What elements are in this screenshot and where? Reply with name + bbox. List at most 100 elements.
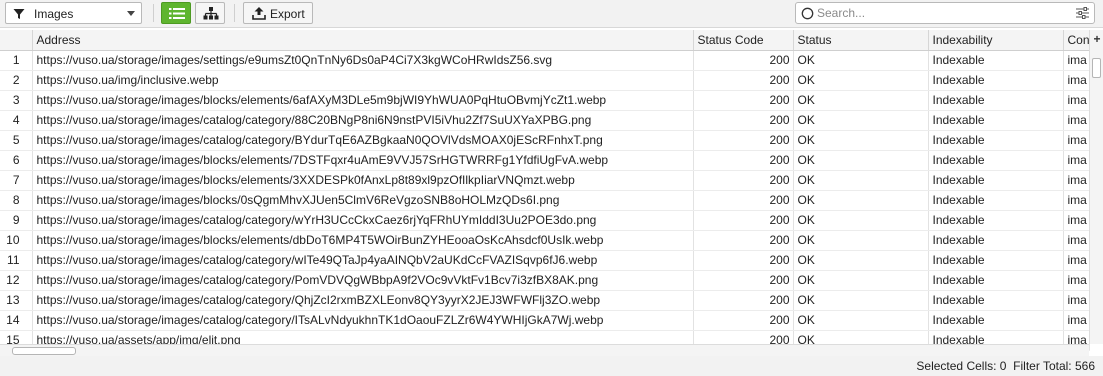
status-cell[interactable]: OK: [793, 230, 929, 251]
column-header-status-code[interactable]: Status Code: [693, 30, 794, 51]
address-cell[interactable]: https://vuso.ua/storage/images/catalog/c…: [32, 270, 694, 291]
status-cell[interactable]: OK: [793, 50, 929, 71]
column-header-content-type[interactable]: Con: [1063, 30, 1090, 51]
address-cell[interactable]: https://vuso.ua/storage/images/catalog/c…: [32, 210, 694, 231]
address-cell[interactable]: https://vuso.ua/storage/images/catalog/c…: [32, 130, 694, 151]
row-number-cell[interactable]: 3: [0, 90, 33, 111]
status-cell[interactable]: OK: [793, 170, 929, 191]
status-cell[interactable]: OK: [793, 290, 929, 311]
column-header-indexability[interactable]: Indexability: [928, 30, 1064, 51]
address-cell[interactable]: https://vuso.ua/storage/images/catalog/c…: [32, 110, 694, 131]
vertical-scrollbar-thumb[interactable]: [1092, 58, 1101, 78]
indexability-cell[interactable]: Indexable: [928, 230, 1064, 251]
indexability-cell[interactable]: Indexable: [928, 130, 1064, 151]
address-cell[interactable]: https://vuso.ua/storage/images/catalog/c…: [32, 290, 694, 311]
content-type-cell[interactable]: ima: [1063, 150, 1090, 171]
horizontal-scrollbar-thumb[interactable]: [12, 347, 76, 355]
horizontal-scrollbar[interactable]: [0, 344, 1089, 356]
filter-dropdown[interactable]: Images: [5, 2, 142, 24]
address-cell[interactable]: https://vuso.ua/storage/images/catalog/c…: [32, 310, 694, 331]
indexability-cell[interactable]: Indexable: [928, 190, 1064, 211]
row-number-cell[interactable]: 6: [0, 150, 33, 171]
address-cell[interactable]: https://vuso.ua/storage/images/catalog/c…: [32, 250, 694, 271]
status-code-cell[interactable]: 200: [693, 210, 794, 231]
content-type-cell[interactable]: ima: [1063, 210, 1090, 231]
status-code-cell[interactable]: 200: [693, 270, 794, 291]
indexability-cell[interactable]: Indexable: [928, 70, 1064, 91]
table-row[interactable]: 3 https://vuso.ua/storage/images/blocks/e…: [0, 90, 1090, 111]
vertical-scrollbar[interactable]: +: [1089, 30, 1103, 344]
status-cell[interactable]: OK: [793, 130, 929, 151]
content-type-cell[interactable]: ima: [1063, 70, 1090, 91]
address-cell[interactable]: https://vuso.ua/storage/images/blocks/el…: [32, 170, 694, 191]
table-row[interactable]: 10 https://vuso.ua/storage/images/blocks/…: [0, 230, 1090, 251]
content-type-cell[interactable]: ima: [1063, 190, 1090, 211]
content-type-cell[interactable]: ima: [1063, 310, 1090, 331]
indexability-cell[interactable]: Indexable: [928, 250, 1064, 271]
address-cell[interactable]: https://vuso.ua/storage/images/blocks/el…: [32, 90, 694, 111]
row-number-cell[interactable]: 10: [0, 230, 33, 251]
status-code-cell[interactable]: 200: [693, 70, 794, 91]
table-row[interactable]: 2 https://vuso.ua/img/inclusive.webp 200 OK…: [0, 70, 1090, 91]
table-row[interactable]: 12 https://vuso.ua/storage/images/catalog…: [0, 270, 1090, 291]
status-code-cell[interactable]: 200: [693, 50, 794, 71]
address-cell[interactable]: https://vuso.ua/storage/images/settings/…: [32, 50, 694, 71]
row-number-cell[interactable]: 9: [0, 210, 33, 231]
address-cell[interactable]: https://vuso.ua/img/inclusive.webp: [32, 70, 694, 91]
indexability-cell[interactable]: Indexable: [928, 110, 1064, 131]
table-row[interactable]: 1 https://vuso.ua/storage/images/settings…: [0, 50, 1090, 71]
status-cell[interactable]: OK: [793, 70, 929, 91]
status-cell[interactable]: OK: [793, 110, 929, 131]
indexability-cell[interactable]: Indexable: [928, 170, 1064, 191]
table-row[interactable]: 9 https://vuso.ua/storage/images/catalog/…: [0, 210, 1090, 231]
status-cell[interactable]: OK: [793, 310, 929, 331]
status-cell[interactable]: OK: [793, 270, 929, 291]
row-number-cell[interactable]: 5: [0, 130, 33, 151]
export-button[interactable]: Export: [243, 2, 313, 24]
indexability-cell[interactable]: Indexable: [928, 310, 1064, 331]
status-code-cell[interactable]: 200: [693, 310, 794, 331]
address-cell[interactable]: https://vuso.ua/storage/images/blocks/el…: [32, 150, 694, 171]
row-number-cell[interactable]: 4: [0, 110, 33, 131]
address-cell[interactable]: https://vuso.ua/storage/images/blocks/el…: [32, 230, 694, 251]
status-cell[interactable]: OK: [793, 90, 929, 111]
add-column-icon[interactable]: +: [1091, 32, 1103, 46]
status-code-cell[interactable]: 200: [693, 170, 794, 191]
content-type-cell[interactable]: ima: [1063, 270, 1090, 291]
row-number-cell[interactable]: 14: [0, 310, 33, 331]
table-row[interactable]: 11 https://vuso.ua/storage/images/catalog…: [0, 250, 1090, 271]
status-cell[interactable]: OK: [793, 210, 929, 231]
status-code-cell[interactable]: 200: [693, 110, 794, 131]
table-row[interactable]: 6 https://vuso.ua/storage/images/blocks/e…: [0, 150, 1090, 171]
indexability-cell[interactable]: Indexable: [928, 290, 1064, 311]
indexability-cell[interactable]: Indexable: [928, 270, 1064, 291]
status-code-cell[interactable]: 200: [693, 290, 794, 311]
indexability-cell[interactable]: Indexable: [928, 210, 1064, 231]
row-number-cell[interactable]: 12: [0, 270, 33, 291]
status-cell[interactable]: OK: [793, 250, 929, 271]
column-header-status[interactable]: Status: [793, 30, 929, 51]
content-type-cell[interactable]: ima: [1063, 170, 1090, 191]
table-row[interactable]: 5 https://vuso.ua/storage/images/catalog/…: [0, 130, 1090, 151]
indexability-cell[interactable]: Indexable: [928, 90, 1064, 111]
indexability-cell[interactable]: Indexable: [928, 150, 1064, 171]
content-type-cell[interactable]: ima: [1063, 250, 1090, 271]
table-row[interactable]: 7 https://vuso.ua/storage/images/blocks/e…: [0, 170, 1090, 191]
search-settings-icon[interactable]: [1076, 7, 1089, 19]
row-number-cell[interactable]: 13: [0, 290, 33, 311]
column-header-row-number[interactable]: [0, 30, 33, 51]
status-code-cell[interactable]: 200: [693, 250, 794, 271]
status-code-cell[interactable]: 200: [693, 150, 794, 171]
status-code-cell[interactable]: 200: [693, 90, 794, 111]
content-type-cell[interactable]: ima: [1063, 130, 1090, 151]
row-number-cell[interactable]: 11: [0, 250, 33, 271]
table-row[interactable]: 8 https://vuso.ua/storage/images/blocks/0…: [0, 190, 1090, 211]
list-view-button[interactable]: [161, 2, 191, 24]
status-cell[interactable]: OK: [793, 190, 929, 211]
content-type-cell[interactable]: ima: [1063, 110, 1090, 131]
table-row[interactable]: 14 https://vuso.ua/storage/images/catalog…: [0, 310, 1090, 331]
indexability-cell[interactable]: Indexable: [928, 50, 1064, 71]
row-number-cell[interactable]: 2: [0, 70, 33, 91]
row-number-cell[interactable]: 1: [0, 50, 33, 71]
content-type-cell[interactable]: ima: [1063, 230, 1090, 251]
